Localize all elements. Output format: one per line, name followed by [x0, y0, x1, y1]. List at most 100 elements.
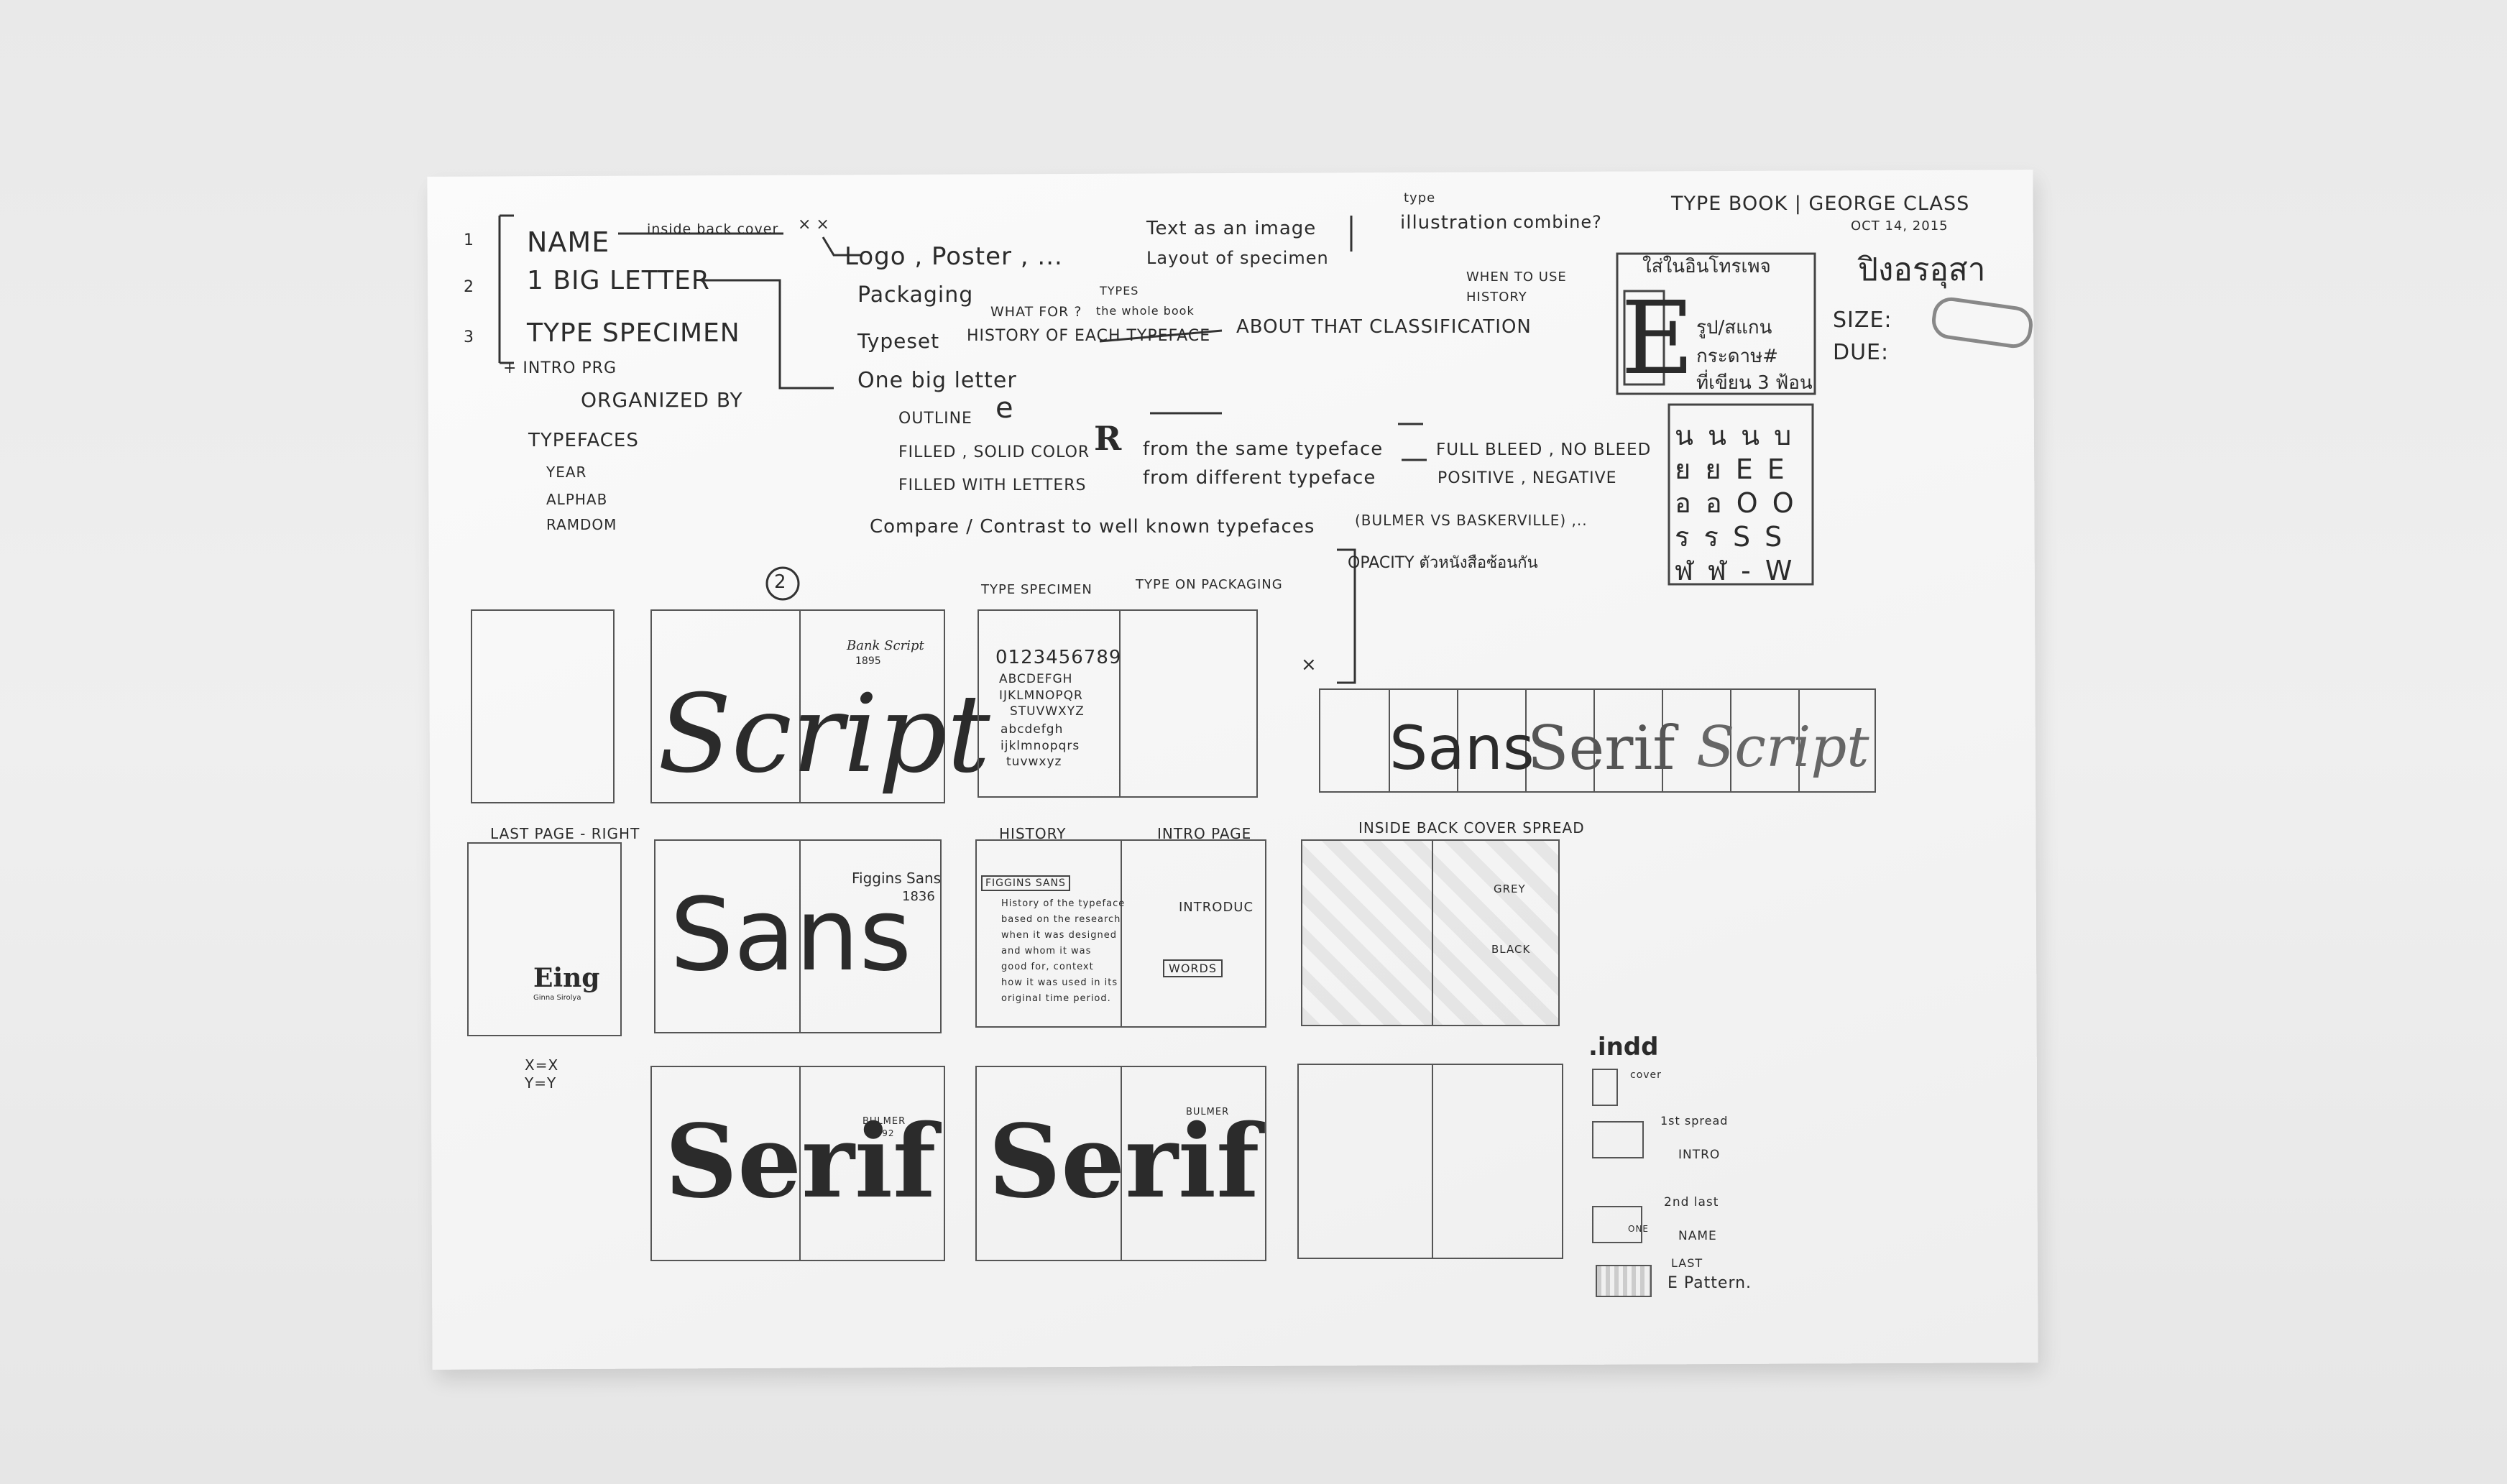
- typeset: Typeset: [857, 329, 940, 353]
- typefaces-label: TYPEFACES: [528, 430, 639, 451]
- history-text-4: and whom it was: [1001, 946, 1092, 957]
- strip-script: Script: [1696, 715, 1869, 780]
- sub-alphab: ALPHAB: [546, 491, 608, 508]
- illustration: illustration: [1400, 212, 1509, 234]
- black-label: BLACK: [1491, 943, 1531, 956]
- due-label: DUE:: [1833, 340, 1890, 365]
- glyph-e: e: [995, 392, 1013, 425]
- indd-name: NAME: [1678, 1229, 1717, 1243]
- indd-cover: cover: [1630, 1069, 1662, 1081]
- bulmer-2: BULMER: [1186, 1107, 1230, 1117]
- grey-label: GREY: [1494, 882, 1526, 895]
- size-label: SIZE:: [1833, 308, 1892, 333]
- plan-num-1: 1: [464, 231, 474, 249]
- figgins-tag: FIGGINS SANS: [981, 875, 1070, 891]
- words-label: WORDS: [1163, 959, 1223, 977]
- plan-item-specimen: TYPE SPECIMEN: [527, 318, 740, 348]
- x-mark: ×: [1301, 654, 1317, 676]
- sketch-last-page: [467, 842, 622, 1036]
- specimen-line-4: STUVWXYZ: [1010, 704, 1085, 719]
- bank-year: 1895: [855, 655, 881, 667]
- indd-first-spread: 1st spread: [1660, 1114, 1729, 1128]
- history-text-6: how it was used in its: [1001, 977, 1118, 988]
- indd-intro: INTRO: [1678, 1148, 1721, 1162]
- same-typeface: from the same typeface: [1143, 438, 1384, 460]
- when-to-use: WHEN TO USE: [1466, 269, 1567, 285]
- figgins-sans: Figgins Sans: [852, 870, 942, 887]
- what-for: WHAT FOR ?: [990, 304, 1082, 320]
- indd-one-e: ONE: [1628, 1224, 1650, 1234]
- indd-spread-icon: [1592, 1121, 1644, 1158]
- circle-two: 2: [774, 571, 786, 593]
- thai-big-e: E: [1621, 280, 1695, 397]
- last-page-right: LAST PAGE - RIGHT: [490, 825, 640, 842]
- sketch-blank-page: [471, 609, 615, 803]
- types-label: TYPES: [1100, 284, 1139, 298]
- outline: OUTLINE: [898, 410, 972, 428]
- plan-num-3: 3: [464, 328, 474, 346]
- type-illus: type: [1404, 190, 1436, 206]
- thai-line-1: รูป/สแกน: [1696, 317, 1772, 338]
- type-packaging-label: TYPE ON PACKAGING: [1136, 577, 1283, 592]
- filled-letters: FILLED WITH LETTERS: [898, 476, 1087, 494]
- plan-item-name: NAME: [527, 226, 610, 258]
- logo-poster: Logo , Poster , ...: [845, 242, 1063, 271]
- sketch-specimen-spread: [978, 609, 1258, 798]
- about-classification: ABOUT THAT CLASSIFICATION: [1236, 316, 1532, 338]
- positive-negative: POSITIVE , NEGATIVE: [1438, 469, 1617, 487]
- indd-title: .indd: [1588, 1033, 1659, 1061]
- sans-word: Sans: [670, 877, 912, 994]
- specimen-line-1: 0123456789: [995, 647, 1122, 668]
- indd-pattern: E Pattern.: [1668, 1274, 1752, 1292]
- specimen-line-6: ijklmnopqrs: [1000, 739, 1080, 753]
- specimen-line-7: tuvwxyz: [1006, 755, 1062, 769]
- serif-word-2: Serif: [988, 1103, 1260, 1221]
- xx-mark: × ×: [798, 216, 829, 234]
- xy-2: Y=Y: [525, 1074, 557, 1092]
- strip-sans: Sans: [1389, 713, 1535, 783]
- eing-mark: Eing: [533, 963, 600, 993]
- script-word: Script: [658, 672, 990, 797]
- thai-grid-row-5: ฬ ฬ - W: [1675, 555, 1795, 586]
- sub-year: YEAR: [546, 464, 587, 481]
- whole-book: the whole book: [1096, 304, 1195, 318]
- plan-num-2: 2: [464, 278, 474, 296]
- diff-typeface: from different typeface: [1143, 467, 1376, 489]
- header-title: TYPE BOOK | GEORGE CLASS: [1671, 193, 1970, 215]
- bank-script: Bank Script: [847, 638, 924, 653]
- packaging: Packaging: [857, 282, 974, 308]
- thai-line-2: กระดาษ#: [1696, 346, 1779, 367]
- eing-sub: Ginna Sirolya: [533, 994, 581, 1002]
- filled-solid: FILLED , SOLID COLOR: [898, 443, 1090, 461]
- compare: Compare / Contrast to well known typefac…: [870, 516, 1315, 538]
- history-text-1: History of the typeface: [1001, 898, 1126, 909]
- specimen-line-2: ABCDEFGH: [999, 672, 1073, 686]
- history-text-3: when it was designed: [1001, 930, 1117, 941]
- sketch-blank-spread: [1297, 1064, 1563, 1259]
- header-name-thai: ปิงอรอุสา: [1858, 252, 1986, 288]
- plan-item-big-letter: 1 BIG LETTER: [527, 266, 710, 295]
- indd-last-icon: [1596, 1265, 1652, 1297]
- header-date: OCT 14, 2015: [1851, 218, 1949, 234]
- specimen-line-5: abcdefgh: [1000, 722, 1064, 737]
- text-image: Text as an image: [1146, 218, 1317, 239]
- plan-note-back-cover: inside back cover: [647, 221, 779, 237]
- inside-back-label: INSIDE BACK COVER SPREAD: [1358, 819, 1585, 837]
- specimen-line-3: IJKLMNOPQR: [999, 688, 1083, 703]
- history-each: HISTORY OF EACH TYPEFACE: [967, 327, 1211, 345]
- history-text-7: original time period.: [1001, 993, 1111, 1004]
- indd-second-last: 2nd last: [1664, 1195, 1719, 1209]
- full-bleed: FULL BLEED , NO BLEED: [1436, 441, 1652, 459]
- glyph-r: R: [1094, 419, 1122, 458]
- indd-cover-icon: [1592, 1069, 1618, 1106]
- xy-1: X=X: [525, 1056, 559, 1074]
- bulmer-year: 1792: [870, 1128, 895, 1138]
- sketch-inside-back-spread: [1301, 839, 1560, 1026]
- bulmer-vs: (BULMER VS BASKERVILLE) ,..: [1355, 512, 1588, 529]
- history-text-2: based on the research: [1001, 914, 1121, 925]
- strip-serif: Serif: [1527, 713, 1675, 783]
- combine: combine?: [1513, 212, 1602, 232]
- history-note: HISTORY: [1466, 290, 1527, 305]
- indd-last: LAST: [1671, 1256, 1703, 1270]
- organized-by: ORGANIZED BY: [581, 388, 743, 412]
